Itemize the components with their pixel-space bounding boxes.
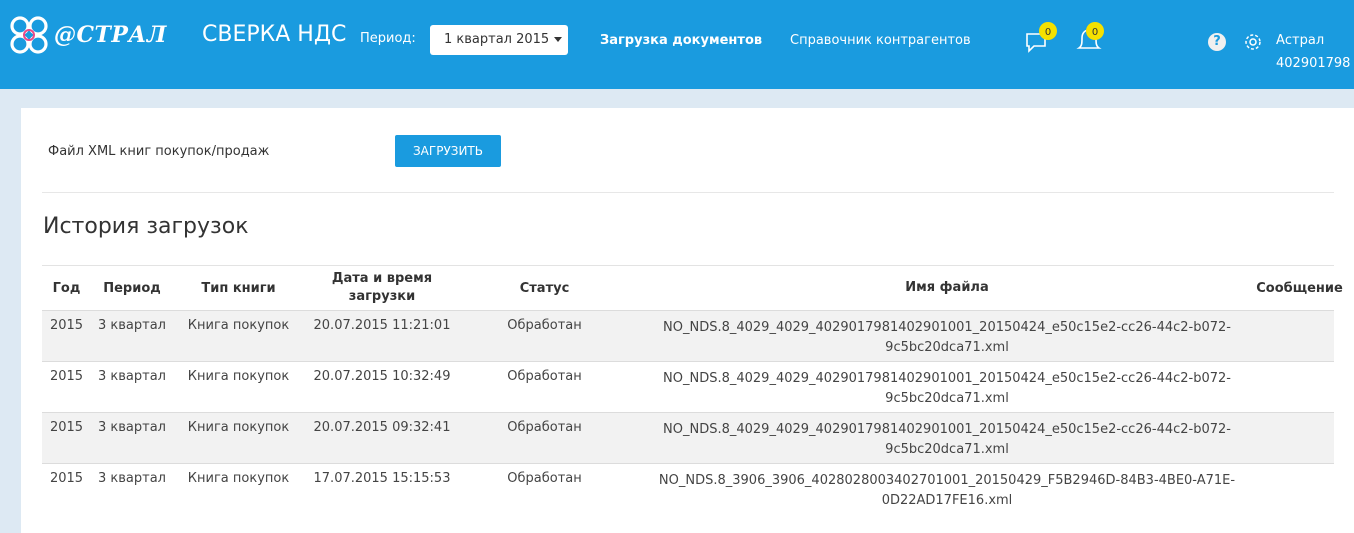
table-row[interactable]: 2015 3 квартал Книга покупок 17.07.2015 … bbox=[42, 463, 1334, 514]
cell-year: 2015 bbox=[49, 420, 84, 435]
cell-file-name: NO_NDS.8_3906_3906_4028028003402701001_2… bbox=[629, 464, 1265, 521]
cell-year: 2015 bbox=[49, 369, 84, 384]
cell-status: Обработан bbox=[507, 318, 582, 333]
cell-book-type: Книга покупок bbox=[187, 318, 290, 333]
column-header-file-name: Имя файла bbox=[905, 280, 989, 295]
history-title: История загрузок bbox=[43, 214, 249, 239]
file-name-line1: NO_NDS.8_4029_4029_4029017981402901001_2… bbox=[663, 371, 1231, 386]
message-icon[interactable]: 0 bbox=[1024, 20, 1060, 56]
cell-year: 2015 bbox=[49, 471, 84, 486]
column-header-message: Сообщение bbox=[1256, 280, 1343, 296]
cell-period: 3 квартал bbox=[98, 318, 166, 333]
table-header-row: Год Период Тип книги Дата и время загруз… bbox=[42, 265, 1343, 310]
table-row[interactable]: 2015 3 квартал Книга покупок 20.07.2015 … bbox=[42, 310, 1334, 361]
cell-file-name: NO_NDS.8_4029_4029_4029017981402901001_2… bbox=[629, 311, 1265, 368]
cell-datetime: 20.07.2015 11:21:01 bbox=[313, 318, 451, 333]
cell-book-type: Книга покупок bbox=[187, 369, 290, 384]
cell-period: 3 квартал bbox=[98, 369, 166, 384]
user-name[interactable]: Астрал bbox=[1276, 33, 1324, 48]
cell-file-name: NO_NDS.8_4029_4029_4029017981402901001_2… bbox=[629, 413, 1265, 470]
astral-logo-icon[interactable] bbox=[8, 14, 50, 56]
table-row[interactable]: 2015 3 квартал Книга покупок 20.07.2015 … bbox=[42, 412, 1334, 463]
cell-message bbox=[1265, 362, 1334, 419]
cell-datetime: 20.07.2015 10:32:49 bbox=[313, 369, 451, 384]
file-name-line2: 0D22AD17FE16.xml bbox=[881, 493, 1013, 508]
main-panel: Файл XML книг покупок/продаж ЗАГРУЗИТЬ И… bbox=[21, 108, 1354, 533]
cell-file-name: NO_NDS.8_4029_4029_4029017981402901001_2… bbox=[629, 362, 1265, 419]
cell-book-type: Книга покупок bbox=[187, 471, 290, 486]
table-row[interactable]: 2015 3 квартал Книга покупок 20.07.2015 … bbox=[42, 361, 1334, 412]
cell-book-type: Книга покупок bbox=[187, 420, 290, 435]
cell-status: Обработан bbox=[507, 369, 582, 384]
cell-status: Обработан bbox=[507, 471, 582, 486]
caret-down-icon bbox=[554, 37, 563, 42]
period-dropdown[interactable]: 1 квартал 2015 bbox=[430, 25, 568, 55]
help-icon[interactable]: ? bbox=[1208, 33, 1226, 51]
file-name-line1: NO_NDS.8_3906_3906_4028028003402701001_2… bbox=[658, 473, 1236, 488]
column-header-status: Статус bbox=[519, 280, 570, 296]
cell-message bbox=[1265, 311, 1334, 368]
file-name-line1: NO_NDS.8_4029_4029_4029017981402901001_2… bbox=[663, 422, 1231, 437]
column-header-datetime: Дата и время загрузки bbox=[331, 271, 433, 304]
logo-text: @СТРАЛ bbox=[54, 22, 167, 48]
notifications-count-badge: 0 bbox=[1092, 27, 1098, 38]
nav-upload-documents[interactable]: Загрузка документов bbox=[600, 33, 762, 48]
divider bbox=[42, 192, 1334, 193]
period-value: 1 квартал 2015 bbox=[444, 32, 550, 47]
period-label: Период: bbox=[360, 31, 416, 46]
file-name-line1: NO_NDS.8_4029_4029_4029017981402901001_2… bbox=[663, 320, 1231, 335]
cell-message bbox=[1265, 464, 1334, 521]
upload-button[interactable]: ЗАГРУЗИТЬ bbox=[395, 135, 501, 167]
file-name-line2: 9c5bc20dca71.xml bbox=[885, 391, 1009, 406]
cell-datetime: 17.07.2015 15:15:53 bbox=[313, 471, 451, 486]
cell-period: 3 квартал bbox=[98, 471, 166, 486]
upload-file-label: Файл XML книг покупок/продаж bbox=[48, 144, 270, 159]
cell-message bbox=[1265, 413, 1334, 470]
messages-count-badge: 0 bbox=[1045, 27, 1051, 38]
bell-icon[interactable]: 0 bbox=[1071, 20, 1111, 56]
column-header-book-type: Тип книги bbox=[201, 280, 276, 296]
cell-period: 3 квартал bbox=[98, 420, 166, 435]
top-bar: @СТРАЛ СВЕРКА НДС Период: 1 квартал 2015… bbox=[0, 0, 1354, 89]
nav-counterparties-directory[interactable]: Справочник контрагентов bbox=[790, 33, 971, 48]
cell-datetime: 20.07.2015 09:32:41 bbox=[313, 420, 451, 435]
cell-year: 2015 bbox=[49, 318, 84, 333]
cell-status: Обработан bbox=[507, 420, 582, 435]
column-header-year: Год bbox=[52, 280, 81, 296]
user-inn: 402901798 bbox=[1276, 56, 1351, 71]
history-table: Год Период Тип книги Дата и время загруз… bbox=[42, 265, 1343, 514]
gear-icon[interactable] bbox=[1243, 32, 1263, 52]
app-title: СВЕРКА НДС bbox=[202, 22, 347, 47]
file-name-line2: 9c5bc20dca71.xml bbox=[885, 442, 1009, 457]
file-name-line2: 9c5bc20dca71.xml bbox=[885, 340, 1009, 355]
column-header-period: Период bbox=[103, 280, 161, 296]
